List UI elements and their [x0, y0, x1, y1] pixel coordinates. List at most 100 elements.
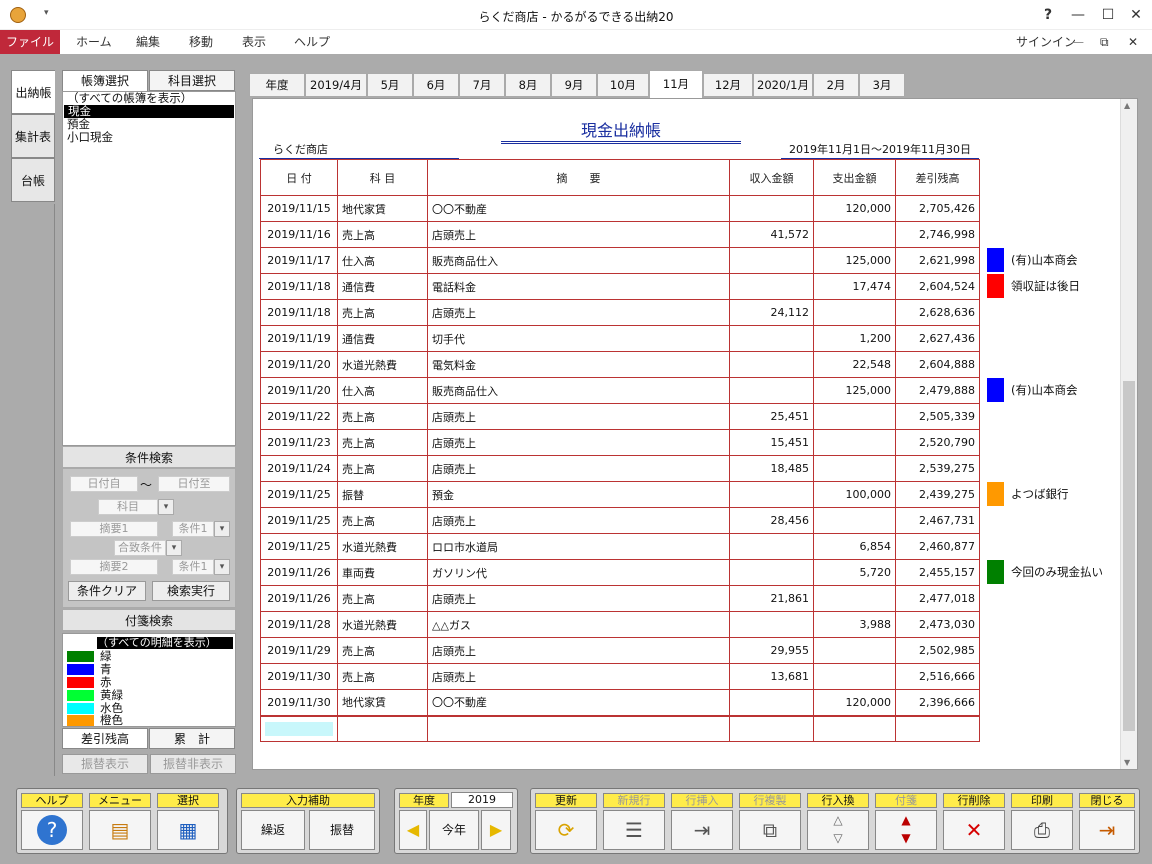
cell-date[interactable]: 2019/11/30 [260, 689, 338, 716]
table-row[interactable]: 2019/11/30 売上高 店頭売上 13,681 2,516,666 [260, 663, 980, 690]
cell-balance[interactable]: 2,627,436 [895, 325, 980, 352]
minimize-button[interactable]: — [1068, 5, 1088, 25]
cell-subject[interactable]: 車両費 [337, 559, 428, 586]
cell-subject[interactable]: 仕入高 [337, 247, 428, 274]
cell-memo[interactable]: 販売商品仕入 [427, 377, 730, 404]
cell-balance[interactable]: 2,439,275 [895, 481, 980, 508]
match-condition-field[interactable]: 合致条件 [114, 540, 166, 556]
cell-subject[interactable]: 地代家賃 [337, 195, 428, 222]
cell-balance[interactable]: 2,516,666 [895, 663, 980, 690]
cell-balance[interactable]: 2,479,888 [895, 377, 980, 404]
cell-expense[interactable]: 100,000 [813, 481, 896, 508]
new-entry-cell[interactable] [337, 714, 428, 742]
cell-subject[interactable]: 売上高 [337, 507, 428, 534]
cell-memo[interactable]: 店頭売上 [427, 403, 730, 430]
match-dropdown-icon[interactable]: ▾ [166, 540, 182, 556]
tab-month-active[interactable]: 11月 [649, 70, 703, 98]
cell-income[interactable] [729, 351, 814, 378]
cell-balance[interactable]: 2,505,339 [895, 403, 980, 430]
this-year-button[interactable]: 今年 [429, 810, 479, 850]
maximize-button[interactable]: ☐ [1098, 5, 1118, 25]
scroll-up-icon[interactable]: ▲ [1124, 101, 1130, 110]
cell-income[interactable]: 18,485 [729, 455, 814, 482]
cell-subject[interactable]: 売上高 [337, 663, 428, 690]
cell-balance[interactable]: 2,604,524 [895, 273, 980, 300]
new-entry-cell[interactable] [895, 714, 980, 742]
select-button[interactable]: ▦ [157, 810, 219, 850]
table-row[interactable]: 2019/11/16 売上高 店頭売上 41,572 2,746,998 [260, 221, 980, 248]
subject-dropdown-icon[interactable]: ▾ [158, 499, 174, 515]
cell-balance[interactable]: 2,455,157 [895, 559, 980, 586]
new-entry-cell[interactable] [813, 714, 896, 742]
cell-date[interactable]: 2019/11/18 [260, 273, 338, 300]
cell-expense[interactable]: 125,000 [813, 247, 896, 274]
memo2-field[interactable]: 摘要2 [70, 559, 158, 575]
memo1-field[interactable]: 摘要1 [70, 521, 158, 537]
cell-date[interactable]: 2019/11/24 [260, 455, 338, 482]
cell-subject[interactable]: 地代家賃 [337, 689, 428, 716]
cell-memo[interactable]: 切手代 [427, 325, 730, 352]
cell-income[interactable]: 21,861 [729, 585, 814, 612]
cell-income[interactable]: 28,456 [729, 507, 814, 534]
swap-row-button[interactable]: △ ▽ [807, 810, 869, 850]
cell-income[interactable] [729, 559, 814, 586]
cell-expense[interactable]: 120,000 [813, 195, 896, 222]
cell-balance[interactable]: 2,473,030 [895, 611, 980, 638]
menu-button[interactable]: ▤ [89, 810, 151, 850]
scroll-down-icon[interactable]: ▼ [1124, 758, 1130, 767]
tab-month[interactable]: 2019/4月 [305, 73, 367, 97]
cell-date[interactable]: 2019/11/30 [260, 663, 338, 690]
prev-year-button[interactable]: ◀ [399, 810, 427, 850]
vtab-ledger[interactable]: 出納帳 [11, 70, 55, 114]
tab-month[interactable]: 8月 [505, 73, 551, 97]
cell-date[interactable]: 2019/11/26 [260, 585, 338, 612]
next-year-button[interactable]: ▶ [481, 810, 511, 850]
cell-income[interactable] [729, 247, 814, 274]
cond1-dropdown-icon[interactable]: ▾ [214, 521, 230, 537]
transfer-button[interactable]: 振替 [309, 810, 375, 850]
cell-memo[interactable]: 〇〇不動産 [427, 195, 730, 222]
cell-date[interactable]: 2019/11/19 [260, 325, 338, 352]
cell-expense[interactable] [813, 585, 896, 612]
new-entry-cell[interactable] [260, 714, 338, 742]
cell-expense[interactable]: 5,720 [813, 559, 896, 586]
new-entry-row[interactable] [260, 714, 980, 742]
scroll-thumb[interactable] [1123, 381, 1135, 731]
cell-subject[interactable]: 売上高 [337, 403, 428, 430]
new-entry-cell[interactable] [427, 714, 730, 742]
cell-memo[interactable]: 店頭売上 [427, 429, 730, 456]
cell-expense[interactable] [813, 507, 896, 534]
cell-subject[interactable]: 売上高 [337, 221, 428, 248]
table-row[interactable]: 2019/11/20 水道光熱費 電気料金 22,548 2,604,888 [260, 351, 980, 378]
book-item-petty-cash[interactable]: 小口現金 [63, 131, 235, 144]
cell-income[interactable] [729, 325, 814, 352]
cell-subject[interactable]: 通信費 [337, 273, 428, 300]
menu-edit[interactable]: 編集 [136, 30, 160, 54]
tag-item[interactable]: 橙色 [67, 714, 123, 727]
cell-income[interactable]: 24,112 [729, 299, 814, 326]
new-row-button[interactable]: ☰ [603, 810, 665, 850]
cell-income[interactable] [729, 195, 814, 222]
table-row[interactable]: 2019/11/26 売上高 店頭売上 21,861 2,477,018 [260, 585, 980, 612]
cell-income[interactable] [729, 273, 814, 300]
cell-subject[interactable]: 売上高 [337, 299, 428, 326]
menu-view[interactable]: 表示 [242, 30, 266, 54]
cond2-field[interactable]: 条件1 [172, 559, 214, 575]
close-app-button[interactable]: ⇥ [1079, 810, 1135, 850]
cell-expense[interactable] [813, 221, 896, 248]
cell-expense[interactable] [813, 429, 896, 456]
cell-memo[interactable]: △△ガス [427, 611, 730, 638]
help-button[interactable]: ? [1038, 5, 1058, 25]
cell-income[interactable]: 25,451 [729, 403, 814, 430]
cell-income[interactable] [729, 689, 814, 716]
cell-date[interactable]: 2019/11/17 [260, 247, 338, 274]
cell-memo[interactable]: 店頭売上 [427, 299, 730, 326]
cell-memo[interactable]: 販売商品仕入 [427, 247, 730, 274]
cell-balance[interactable]: 2,502,985 [895, 637, 980, 664]
clear-condition-button[interactable]: 条件クリア [68, 581, 146, 601]
cell-income[interactable]: 29,955 [729, 637, 814, 664]
cell-memo[interactable]: 店頭売上 [427, 637, 730, 664]
cell-date[interactable]: 2019/11/23 [260, 429, 338, 456]
tab-month[interactable]: 2020/1月 [753, 73, 813, 97]
table-row[interactable]: 2019/11/26 車両費 ガソリン代 5,720 2,455,157 [260, 559, 980, 586]
